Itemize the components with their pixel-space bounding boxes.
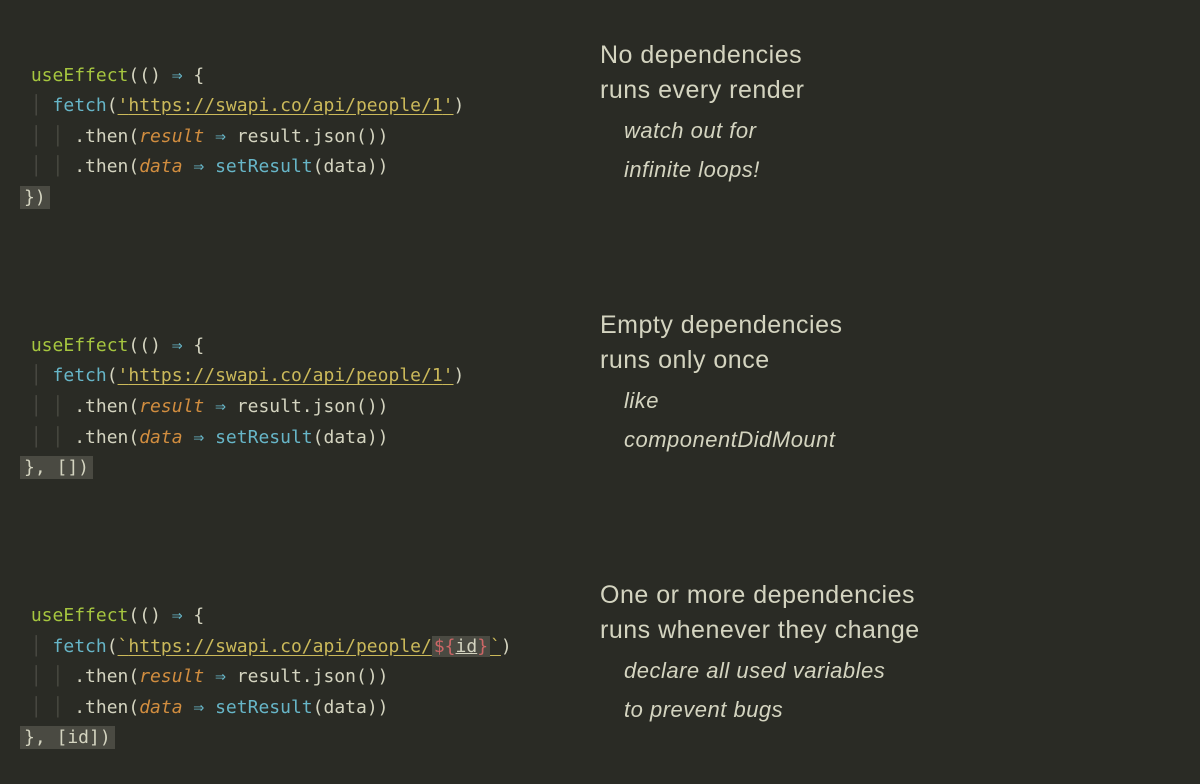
url-string: https://swapi.co/api/people/1 (128, 365, 442, 386)
explanation-3: One or more dependencies runs whenever t… (600, 570, 1170, 726)
example-row-3: useEffect(() ⇒ { │ fetch(`https://swapi.… (20, 570, 1170, 754)
explain-line: Empty dependencies (600, 308, 1170, 343)
explanation-1: No dependencies runs every render watch … (600, 30, 1170, 186)
closing-token: }, []) (20, 456, 93, 479)
code-block-2: useEffect(() ⇒ { │ fetch('https://swapi.… (20, 300, 580, 484)
explain-line: runs whenever they change (600, 613, 1170, 648)
url-string: https://swapi.co/api/people/ (128, 636, 431, 657)
explain-line: No dependencies (600, 38, 1170, 73)
explain-sub: like (600, 386, 1170, 417)
explain-line: One or more dependencies (600, 578, 1170, 613)
example-row-2: useEffect(() ⇒ { │ fetch('https://swapi.… (20, 300, 1170, 484)
explain-line: runs only once (600, 343, 1170, 378)
explain-sub: watch out for (600, 116, 1170, 147)
code-block-3: useEffect(() ⇒ { │ fetch(`https://swapi.… (20, 570, 580, 754)
explain-line: runs every render (600, 73, 1170, 108)
explain-sub: componentDidMount (600, 425, 1170, 456)
example-row-1: useEffect(() ⇒ { │ fetch('https://swapi.… (20, 30, 1170, 214)
url-string: https://swapi.co/api/people/1 (128, 95, 442, 116)
explain-sub: declare all used variables (600, 656, 1170, 687)
explain-sub: to prevent bugs (600, 695, 1170, 726)
explain-sub: infinite loops! (600, 155, 1170, 186)
code-block-1: useEffect(() ⇒ { │ fetch('https://swapi.… (20, 30, 580, 214)
token-fn: useEffect (31, 65, 129, 86)
closing-token: }) (20, 186, 50, 209)
explanation-2: Empty dependencies runs only once like c… (600, 300, 1170, 456)
closing-token: }, [id]) (20, 726, 115, 749)
